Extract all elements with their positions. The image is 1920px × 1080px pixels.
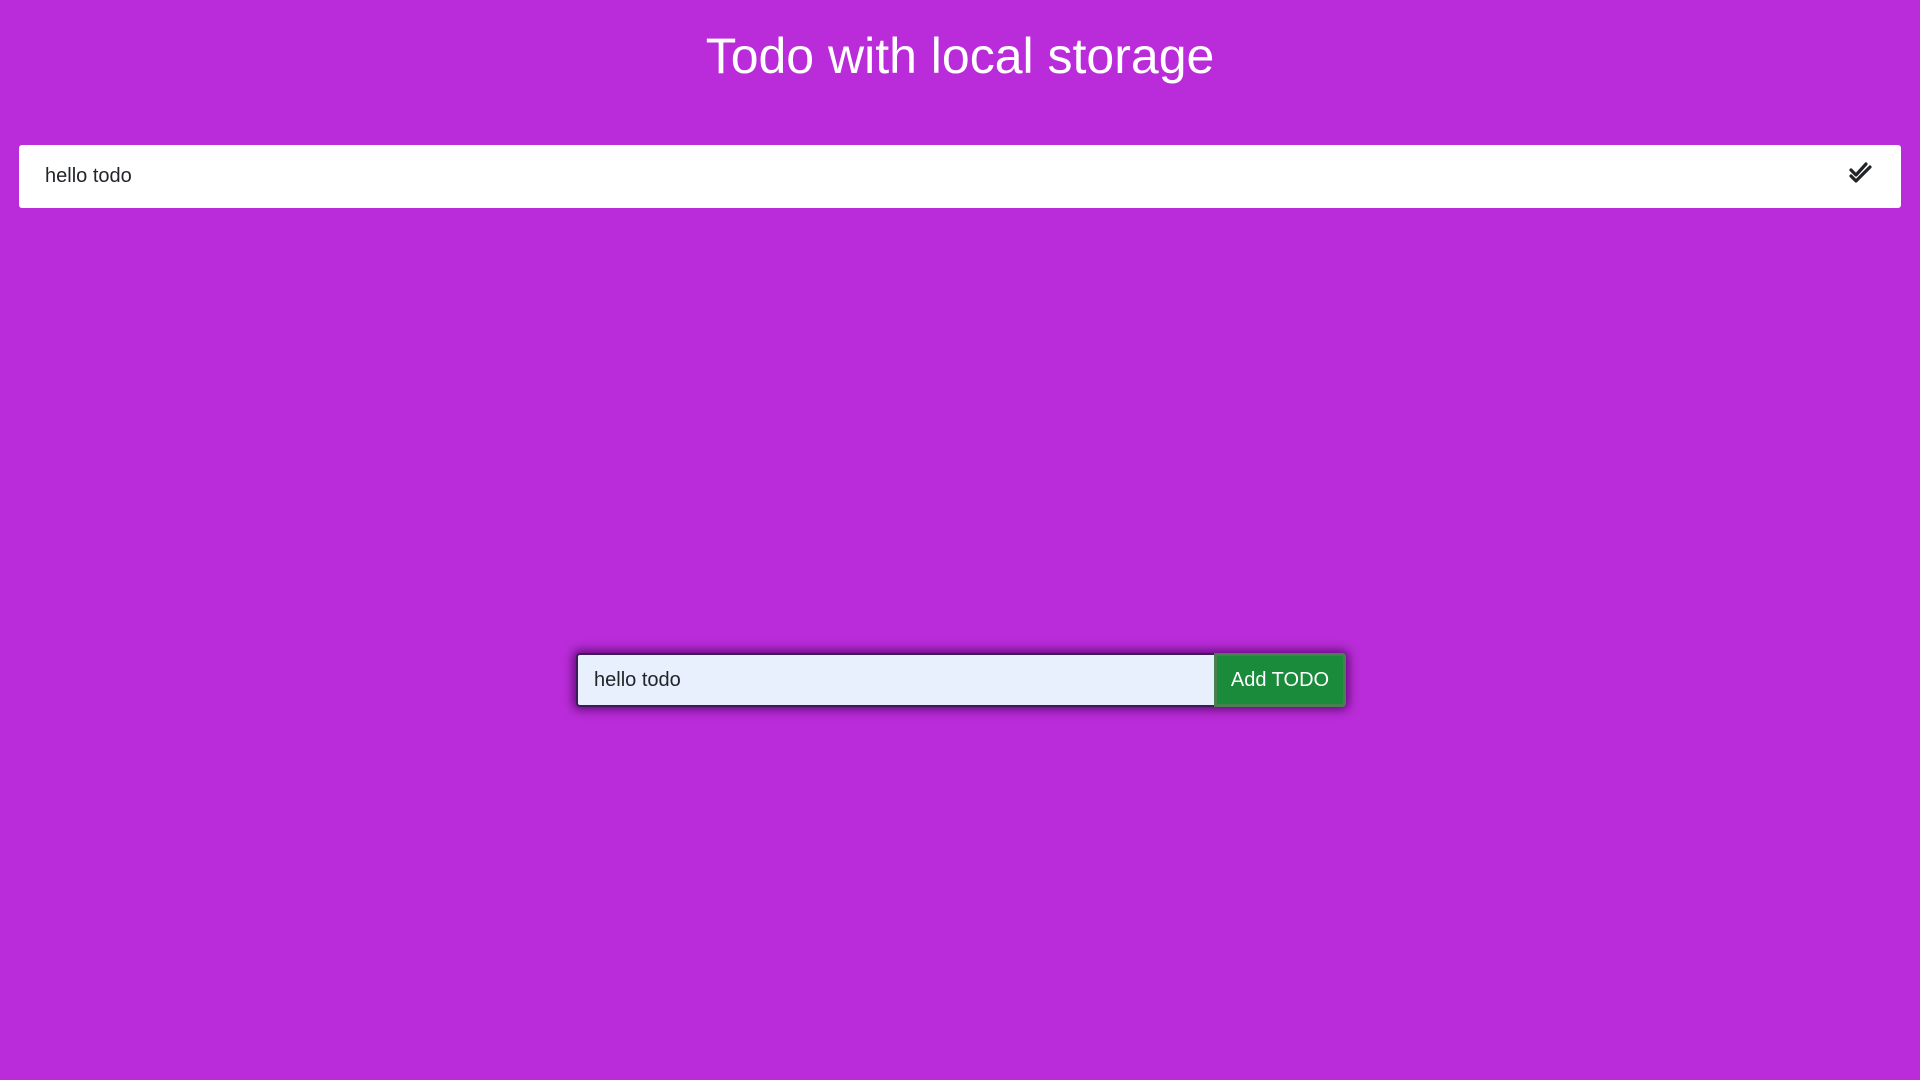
add-todo-form: Add TODO — [576, 653, 1346, 707]
todo-input[interactable] — [576, 653, 1214, 707]
page: Todo with local storage hello todo Add T… — [0, 0, 1920, 1080]
double-check-icon[interactable] — [1847, 158, 1875, 186]
todo-item: hello todo — [19, 145, 1901, 208]
page-title: Todo with local storage — [705, 28, 1215, 84]
todo-list: hello todo — [19, 145, 1901, 208]
add-todo-button[interactable]: Add TODO — [1214, 653, 1346, 707]
double-check-icon-svg — [1849, 161, 1872, 183]
todo-item-text: hello todo — [45, 165, 132, 187]
